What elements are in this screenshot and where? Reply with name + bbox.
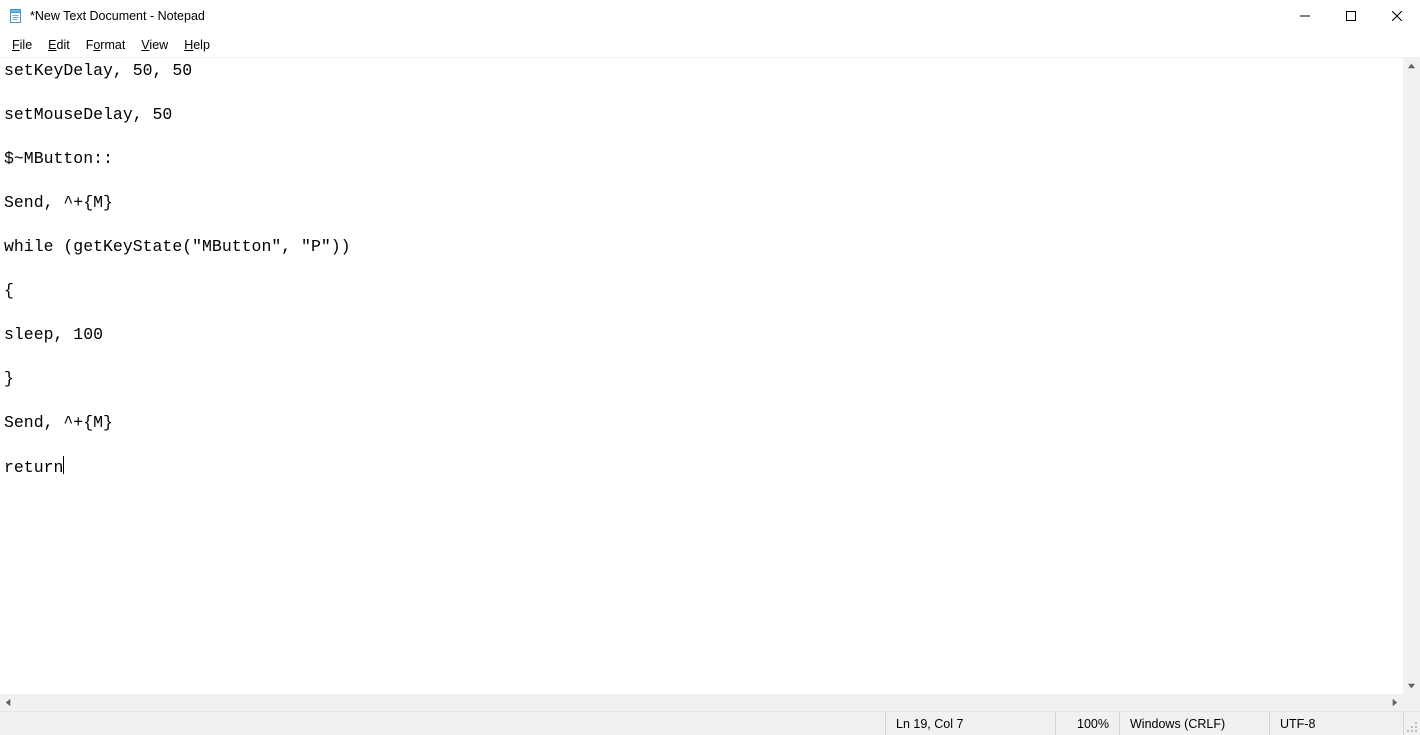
minimize-button[interactable] <box>1282 0 1328 32</box>
titlebar[interactable]: *New Text Document - Notepad <box>0 0 1420 32</box>
menu-format[interactable]: Format <box>78 36 134 54</box>
scroll-up-button[interactable] <box>1403 58 1420 75</box>
menu-format-rest: rmat <box>100 38 125 52</box>
menu-help-rest: elp <box>193 38 210 52</box>
menu-file-rest: ile <box>20 38 33 52</box>
menu-help[interactable]: Help <box>176 36 218 54</box>
notepad-window: *New Text Document - Notepad File Edit F… <box>0 0 1420 735</box>
statusbar: Ln 19, Col 7 100% Windows (CRLF) UTF-8 <box>0 711 1420 735</box>
scrollbar-corner <box>1403 694 1420 711</box>
status-line-ending-text: Windows (CRLF) <box>1130 717 1225 731</box>
resize-grip[interactable] <box>1403 712 1420 735</box>
close-button[interactable] <box>1374 0 1420 32</box>
editor-wrap: setKeyDelay, 50, 50 setMouseDelay, 50 $~… <box>0 58 1420 694</box>
status-position-text: Ln 19, Col 7 <box>896 717 963 731</box>
status-encoding: UTF-8 <box>1269 712 1403 735</box>
status-zoom-text: 100% <box>1077 717 1109 731</box>
menu-view-rest: iew <box>149 38 168 52</box>
menu-view[interactable]: View <box>133 36 176 54</box>
text-caret <box>63 456 64 474</box>
horizontal-scrollbar[interactable] <box>0 694 1420 711</box>
scroll-down-button[interactable] <box>1403 677 1420 694</box>
client-area: setKeyDelay, 50, 50 setMouseDelay, 50 $~… <box>0 58 1420 735</box>
notepad-icon <box>8 8 24 24</box>
status-zoom: 100% <box>1055 712 1119 735</box>
menubar: File Edit Format View Help <box>0 32 1420 58</box>
scroll-left-button[interactable] <box>0 694 17 711</box>
menu-file[interactable]: File <box>4 36 40 54</box>
editor-content: setKeyDelay, 50, 50 setMouseDelay, 50 $~… <box>4 61 351 477</box>
scroll-right-button[interactable] <box>1386 694 1403 711</box>
menu-edit-rest: dit <box>57 38 70 52</box>
statusbar-pad <box>0 712 885 735</box>
status-encoding-text: UTF-8 <box>1280 717 1315 731</box>
status-position: Ln 19, Col 7 <box>885 712 1055 735</box>
menu-edit[interactable]: Edit <box>40 36 78 54</box>
window-title: *New Text Document - Notepad <box>30 9 205 23</box>
vertical-scrollbar[interactable] <box>1403 58 1420 694</box>
text-editor[interactable]: setKeyDelay, 50, 50 setMouseDelay, 50 $~… <box>0 58 1403 694</box>
maximize-button[interactable] <box>1328 0 1374 32</box>
status-line-ending: Windows (CRLF) <box>1119 712 1269 735</box>
